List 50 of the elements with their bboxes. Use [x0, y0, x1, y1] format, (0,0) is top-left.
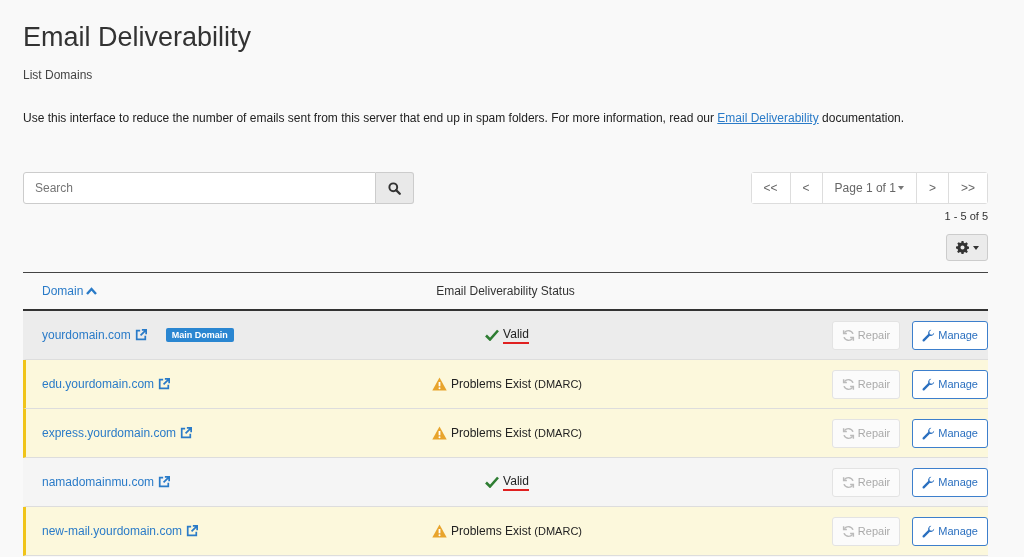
domain-link[interactable]: namadomainmu.com [42, 475, 171, 489]
external-link-icon [158, 378, 171, 390]
manage-button[interactable]: Manage [912, 369, 988, 399]
domain-link[interactable]: new-mail.yourdomain.com [42, 524, 199, 538]
settings-icon [955, 241, 969, 254]
status-text: Valid [503, 473, 529, 491]
status-text: Problems Exist (DMARC) [450, 376, 582, 392]
status-text: Valid [503, 326, 529, 344]
main-domain-badge: Main Domain [165, 328, 234, 342]
wrench-icon [922, 524, 936, 538]
search-icon [388, 181, 401, 195]
external-link-icon [158, 476, 171, 488]
check-icon [485, 329, 500, 341]
domain-link[interactable]: edu.yourdomain.com [42, 377, 171, 391]
external-link-icon [186, 525, 199, 537]
page-title: Email Deliverability [23, 22, 253, 53]
domain-link[interactable]: yourdomain.com [42, 328, 147, 342]
documentation-link[interactable]: Email Deliverability [717, 111, 819, 125]
search-button[interactable] [376, 172, 414, 204]
refresh-icon [841, 328, 855, 342]
external-link-icon [134, 329, 147, 341]
manage-button[interactable]: Manage [912, 516, 988, 546]
wrench-icon [922, 328, 936, 342]
sort-up-icon [86, 287, 98, 295]
results-count: 1 - 5 of 5 [944, 210, 988, 222]
manage-button[interactable]: Manage [912, 418, 988, 448]
manage-button[interactable]: Manage [912, 467, 988, 497]
pager-button[interactable]: >> [948, 173, 987, 203]
domain-link[interactable]: express.yourdomain.com [42, 426, 193, 440]
column-header-link[interactable]: Domain [42, 284, 98, 298]
wrench-icon [922, 377, 936, 391]
warning-icon [431, 377, 447, 391]
refresh-icon [841, 524, 855, 538]
wrench-icon [922, 426, 936, 440]
refresh-icon [841, 426, 855, 440]
page-subtitle: List Domains [23, 68, 94, 82]
description-text: Use this interface to reduce the number of emails sent from this server that end up in spam folders. For more information, read our Email Deliverability documentation. [23, 111, 906, 125]
column-header: Email Deliverability Status [436, 284, 575, 298]
refresh-icon [841, 377, 855, 391]
warning-icon [431, 524, 447, 538]
settings-button[interactable] [946, 234, 988, 261]
search-field[interactable]: Search [23, 172, 376, 204]
external-link-icon [180, 427, 193, 439]
manage-button[interactable]: Manage [912, 320, 988, 350]
status-text: Problems Exist (DMARC) [450, 523, 582, 539]
status-text: Problems Exist (DMARC) [450, 425, 582, 441]
refresh-icon [841, 475, 855, 489]
warning-icon [431, 426, 447, 440]
wrench-icon [922, 475, 936, 489]
check-icon [485, 476, 500, 488]
